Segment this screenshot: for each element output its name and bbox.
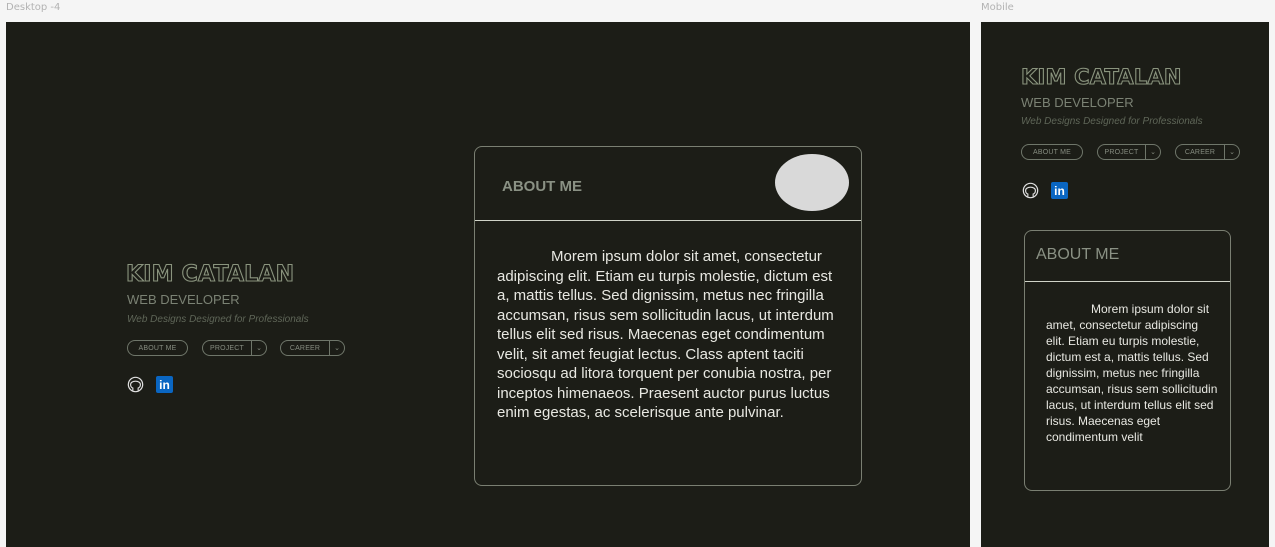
- profile-tagline: Web Designs Designed for Professionals: [1021, 116, 1203, 127]
- chevron-down-icon[interactable]: ⌄: [1145, 145, 1160, 159]
- chevron-down-icon[interactable]: ⌄: [1224, 145, 1239, 159]
- career-label: CAREER: [289, 344, 321, 352]
- github-icon[interactable]: [1022, 182, 1039, 199]
- about-card: ABOUT ME Morem ipsum dolor sit amet, con…: [474, 146, 862, 486]
- profile-name: KIM CATALAN: [1020, 64, 1182, 89]
- linkedin-icon[interactable]: in: [1051, 182, 1068, 199]
- project-dropdown[interactable]: PROJECT ⌄: [1097, 144, 1161, 160]
- chevron-down-icon[interactable]: ⌄: [329, 341, 344, 355]
- profile-name: KIM CATALAN: [125, 261, 295, 287]
- desktop-frame: KIM CATALAN WEB DEVELOPER Web Designs De…: [6, 22, 970, 547]
- project-dropdown[interactable]: PROJECT ⌄: [202, 340, 267, 356]
- about-divider: [1025, 281, 1230, 282]
- about-divider: [475, 220, 861, 221]
- linkedin-icon[interactable]: in: [156, 376, 173, 393]
- about-me-label: ABOUT ME: [138, 344, 177, 352]
- about-me-button[interactable]: ABOUT ME: [127, 340, 188, 356]
- about-body: Morem ipsum dolor sit amet, consectetur …: [497, 248, 834, 421]
- project-label: PROJECT: [1104, 148, 1139, 156]
- profile-tagline: Web Designs Designed for Professionals: [127, 314, 309, 325]
- about-card: ABOUT ME Morem ipsum dolor sit amet, con…: [1024, 230, 1231, 491]
- about-me-button[interactable]: ABOUT ME: [1021, 144, 1083, 160]
- profile-role: WEB DEVELOPER: [1021, 95, 1134, 110]
- project-label: PROJECT: [209, 344, 245, 352]
- chevron-down-icon[interactable]: ⌄: [251, 341, 266, 355]
- github-icon[interactable]: [127, 376, 144, 393]
- about-body: Morem ipsum dolor sit amet, consectetur …: [1046, 302, 1218, 444]
- career-label: CAREER: [1184, 148, 1216, 156]
- mobile-frame: KIM CATALAN WEB DEVELOPER Web Designs De…: [981, 22, 1269, 547]
- about-title: ABOUT ME: [1036, 246, 1120, 263]
- mobile-frame-label: Mobile: [981, 2, 1014, 13]
- career-dropdown[interactable]: CAREER ⌄: [280, 340, 345, 356]
- about-title: ABOUT ME: [502, 178, 582, 195]
- avatar: [775, 154, 849, 211]
- career-dropdown[interactable]: CAREER ⌄: [1175, 144, 1240, 160]
- about-me-label: ABOUT ME: [1032, 148, 1072, 156]
- desktop-frame-label: Desktop -4: [6, 2, 61, 13]
- profile-role: WEB DEVELOPER: [127, 292, 240, 307]
